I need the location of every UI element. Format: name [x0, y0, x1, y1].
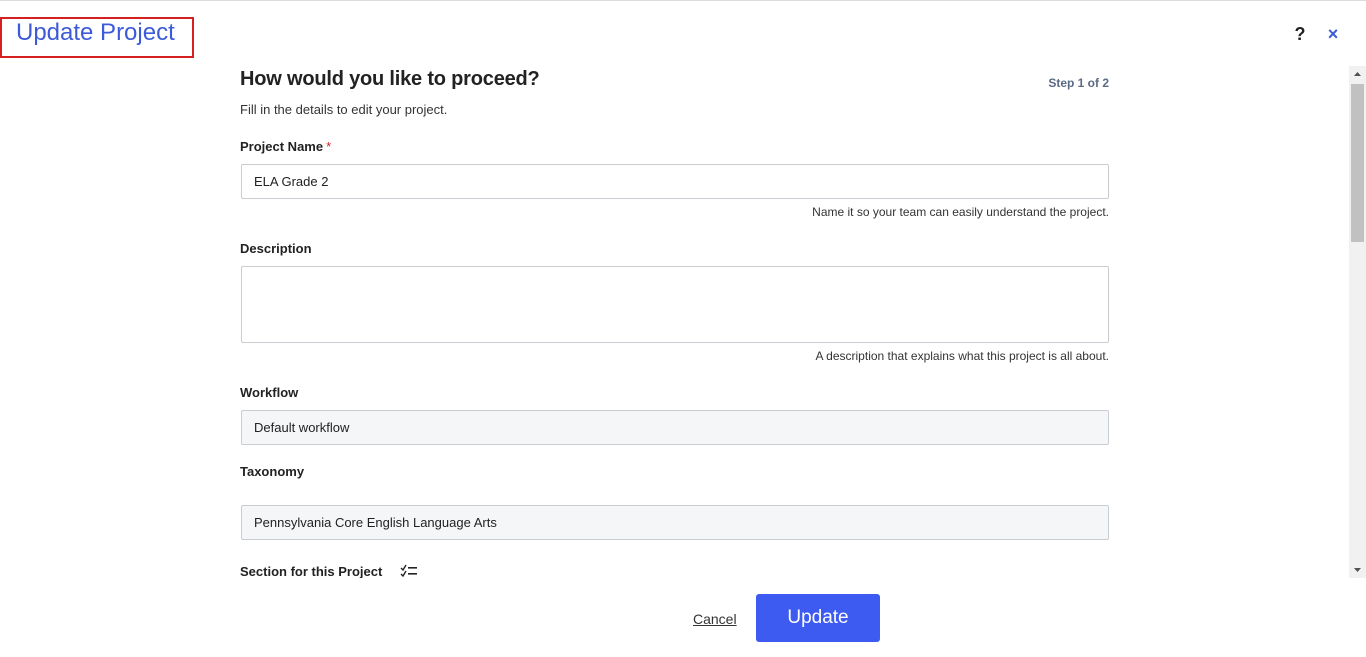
- workflow-value: Default workflow: [254, 420, 350, 435]
- project-name-label: Project Name *: [240, 139, 331, 154]
- form-subheading: Fill in the details to edit your project…: [240, 102, 448, 117]
- project-name-input[interactable]: ELA Grade 2: [241, 164, 1109, 199]
- form-content: How would you like to proceed? Step 1 of…: [240, 60, 1109, 578]
- taxonomy-field[interactable]: Pennsylvania Core English Language Arts: [241, 505, 1109, 540]
- step-indicator: Step 1 of 2: [1048, 76, 1109, 90]
- close-icon[interactable]: ×: [1324, 22, 1342, 46]
- top-divider: [0, 0, 1366, 1]
- project-name-value: ELA Grade 2: [254, 174, 329, 189]
- taxonomy-value: Pennsylvania Core English Language Arts: [254, 515, 497, 530]
- form-heading: How would you like to proceed?: [240, 68, 540, 90]
- taxonomy-label: Taxonomy: [240, 464, 305, 479]
- dialog-title: Update Project: [16, 19, 175, 46]
- scroll-down-arrow-icon[interactable]: [1349, 561, 1366, 578]
- project-name-hint: Name it so your team can easily understa…: [812, 205, 1109, 219]
- scrollbar[interactable]: [1349, 66, 1366, 578]
- description-textarea[interactable]: [241, 266, 1109, 343]
- workflow-field[interactable]: Default workflow: [241, 410, 1109, 445]
- section-row: Section for this Project: [240, 564, 418, 578]
- project-name-label-text: Project Name: [240, 139, 324, 154]
- required-mark: *: [326, 139, 332, 154]
- checklist-icon[interactable]: [400, 564, 418, 578]
- scroll-thumb[interactable]: [1351, 84, 1364, 242]
- help-icon[interactable]: ?: [1291, 22, 1309, 46]
- description-hint: A description that explains what this pr…: [815, 349, 1110, 363]
- workflow-label: Workflow: [240, 385, 299, 400]
- section-label: Section for this Project: [240, 564, 383, 578]
- update-button[interactable]: Update: [756, 594, 880, 642]
- description-label: Description: [240, 241, 312, 256]
- cancel-button[interactable]: Cancel: [693, 611, 737, 627]
- scroll-up-arrow-icon[interactable]: [1349, 66, 1366, 83]
